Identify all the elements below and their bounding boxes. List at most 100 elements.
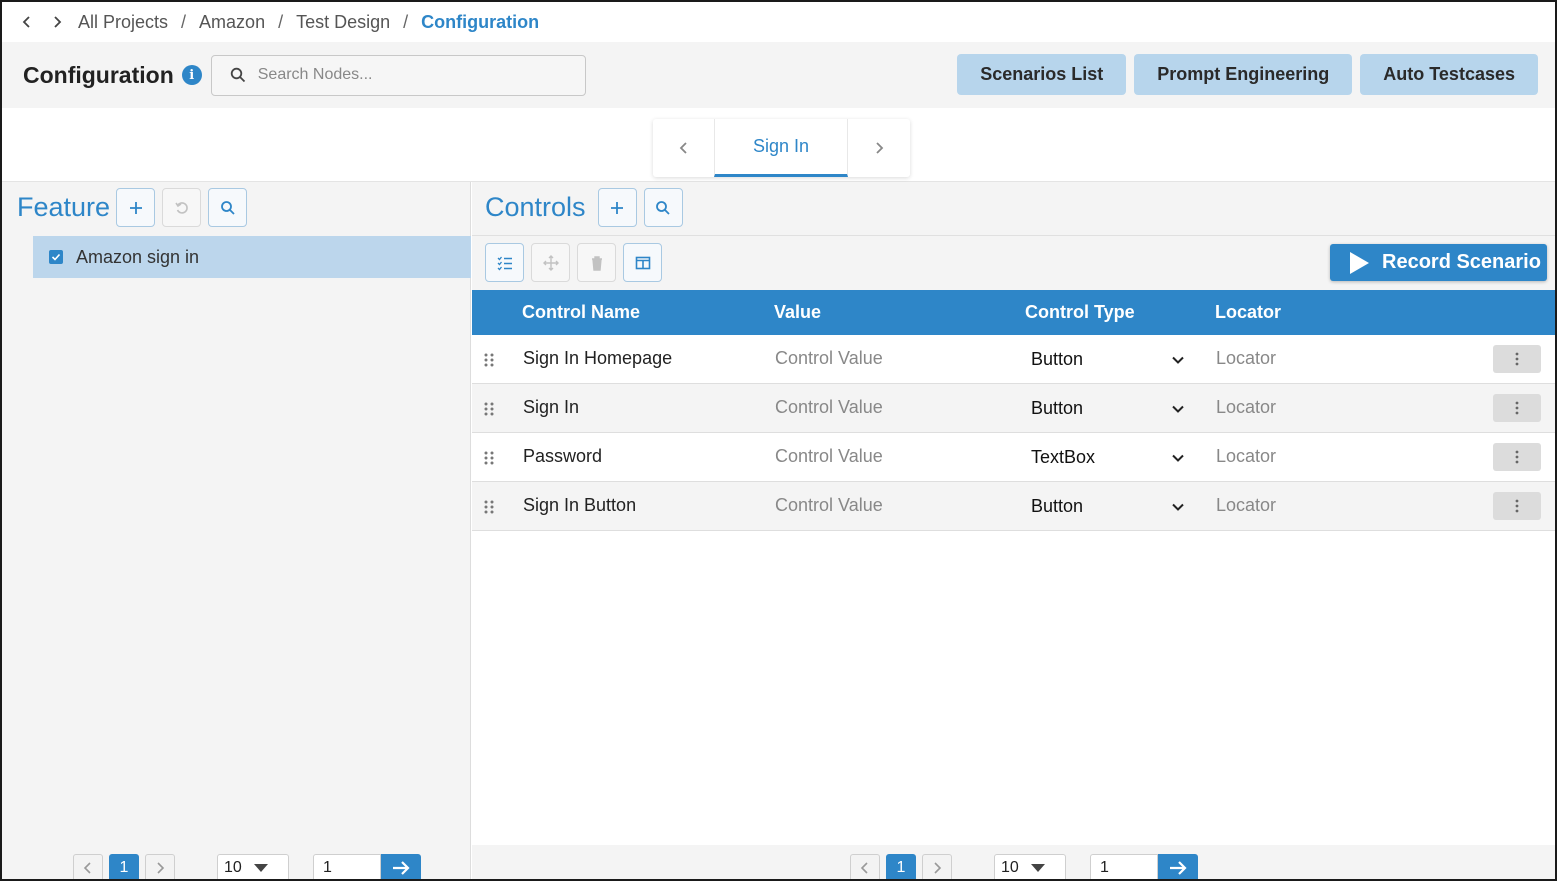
control-value-cell[interactable]: Control Value <box>775 446 883 467</box>
row-menu-button[interactable] <box>1493 443 1541 471</box>
breadcrumb-amazon[interactable]: Amazon <box>199 12 265 33</box>
prev-page-button[interactable] <box>850 854 880 879</box>
record-scenario-button[interactable]: Record Scenario <box>1330 244 1547 281</box>
goto-page-button[interactable] <box>1158 854 1198 879</box>
control-name-cell[interactable]: Sign In Homepage <box>523 348 672 369</box>
app-window: All Projects / Amazon / Test Design / Co… <box>0 0 1557 881</box>
tab-next-icon[interactable] <box>848 119 909 177</box>
caret-down-icon <box>253 864 268 872</box>
chevron-right-icon <box>157 862 165 874</box>
control-name-cell[interactable]: Password <box>523 446 602 467</box>
search-box[interactable] <box>210 54 586 96</box>
controls-panel-header: Controls <box>472 182 1555 236</box>
table-row[interactable]: Sign In Control Value Button Locator <box>472 384 1555 433</box>
search-feature-button[interactable] <box>208 188 248 227</box>
control-name-cell[interactable]: Sign In Button <box>523 495 636 516</box>
info-icon[interactable]: i <box>181 65 202 85</box>
current-page[interactable]: 1 <box>109 854 139 879</box>
table-row[interactable]: Sign In Homepage Control Value Button Lo… <box>472 335 1555 384</box>
controls-table: Control Name Value Control Type Locator … <box>472 290 1555 531</box>
scenarios-list-button[interactable]: Scenarios List <box>957 54 1127 95</box>
controls-title: Controls <box>485 192 586 222</box>
row-menu-button[interactable] <box>1493 345 1541 373</box>
chevron-down-icon[interactable] <box>1171 451 1185 465</box>
page-size-value: 10 <box>224 859 242 876</box>
chevron-down-icon[interactable] <box>1171 500 1185 514</box>
chevron-down-icon[interactable] <box>1171 402 1185 416</box>
feature-panel: Feature Amazon sign in 1 10 1 <box>2 182 471 879</box>
column-header-locator[interactable]: Locator <box>1215 302 1281 323</box>
feature-panel-header: Feature <box>17 188 248 227</box>
goto-page-input[interactable]: 1 <box>1090 854 1158 879</box>
breadcrumb-all-projects[interactable]: All Projects <box>78 12 168 33</box>
kebab-icon <box>1515 499 1519 513</box>
feature-pagination: 1 10 1 <box>73 854 421 879</box>
drag-handle-icon[interactable] <box>484 451 494 465</box>
drag-handle-icon[interactable] <box>484 500 494 514</box>
search-input[interactable] <box>257 66 558 84</box>
tab-prev-icon[interactable] <box>653 119 714 177</box>
control-value-cell[interactable]: Control Value <box>775 495 883 516</box>
plus-icon <box>611 201 624 214</box>
locator-cell[interactable]: Locator <box>1216 397 1276 418</box>
page-size-select[interactable]: 10 <box>994 854 1066 879</box>
add-feature-button[interactable] <box>116 188 156 227</box>
search-control-button[interactable] <box>643 188 683 227</box>
breadcrumb: All Projects / Amazon / Test Design / Co… <box>2 2 1555 42</box>
select-list-button[interactable] <box>485 243 524 282</box>
trash-icon <box>591 255 602 271</box>
checkbox-checked-icon[interactable] <box>49 250 63 264</box>
current-page[interactable]: 1 <box>886 854 916 879</box>
locator-cell[interactable]: Locator <box>1216 446 1276 467</box>
drag-handle-icon[interactable] <box>484 353 494 367</box>
play-icon <box>1350 251 1369 274</box>
next-page-button[interactable] <box>145 854 175 879</box>
next-page-button[interactable] <box>922 854 952 879</box>
controls-title-row: Controls <box>485 188 683 227</box>
table-header: Control Name Value Control Type Locator <box>472 290 1555 335</box>
row-menu-button[interactable] <box>1493 492 1541 520</box>
forward-arrow-icon[interactable] <box>42 15 72 29</box>
breadcrumb-current: Configuration <box>421 11 540 32</box>
breadcrumb-test-design[interactable]: Test Design <box>296 12 390 33</box>
prompt-engineering-button[interactable]: Prompt Engineering <box>1134 54 1353 95</box>
locator-cell[interactable]: Locator <box>1216 348 1276 369</box>
table-row[interactable]: Password Control Value TextBox Locator <box>472 433 1555 482</box>
delete-button[interactable] <box>577 243 616 282</box>
move-button[interactable] <box>531 243 570 282</box>
column-header-value[interactable]: Value <box>774 302 821 323</box>
control-type-select[interactable]: Button <box>1031 398 1083 419</box>
chevron-down-icon[interactable] <box>1171 353 1185 367</box>
control-value-cell[interactable]: Control Value <box>775 397 883 418</box>
breadcrumb-separator: / <box>181 11 187 32</box>
goto-page-button[interactable] <box>381 854 421 879</box>
goto-page-input[interactable]: 1 <box>313 854 381 879</box>
columns-button[interactable] <box>623 243 662 282</box>
page-header: Configuration i Scenarios List Prompt En… <box>2 42 1555 108</box>
control-type-select[interactable]: Button <box>1031 349 1083 370</box>
table-row[interactable]: Sign In Button Control Value Button Loca… <box>472 482 1555 531</box>
drag-handle-icon[interactable] <box>484 402 494 416</box>
control-type-select[interactable]: TextBox <box>1031 447 1095 468</box>
column-header-control-name[interactable]: Control Name <box>522 302 640 323</box>
tree-item-feature[interactable]: Amazon sign in <box>33 236 471 278</box>
row-menu-button[interactable] <box>1493 394 1541 422</box>
search-icon <box>656 200 670 215</box>
page-size-select[interactable]: 10 <box>217 854 289 879</box>
undo-feature-button[interactable] <box>162 188 202 227</box>
back-arrow-icon[interactable] <box>12 15 42 29</box>
control-name-cell[interactable]: Sign In <box>523 397 579 418</box>
record-scenario-label: Record Scenario <box>1382 251 1541 273</box>
caret-down-icon <box>1030 864 1045 872</box>
control-value-cell[interactable]: Control Value <box>775 348 883 369</box>
add-control-button[interactable] <box>597 188 637 227</box>
locator-cell[interactable]: Locator <box>1216 495 1276 516</box>
control-type-select[interactable]: Button <box>1031 496 1083 517</box>
column-header-control-type[interactable]: Control Type <box>1025 302 1135 323</box>
kebab-icon <box>1515 450 1519 464</box>
prev-page-button[interactable] <box>73 854 103 879</box>
chevron-right-icon <box>934 862 942 874</box>
tab-sign-in[interactable]: Sign In <box>714 119 848 177</box>
chevron-left-icon <box>860 862 868 874</box>
auto-testcases-button[interactable]: Auto Testcases <box>1360 54 1538 95</box>
